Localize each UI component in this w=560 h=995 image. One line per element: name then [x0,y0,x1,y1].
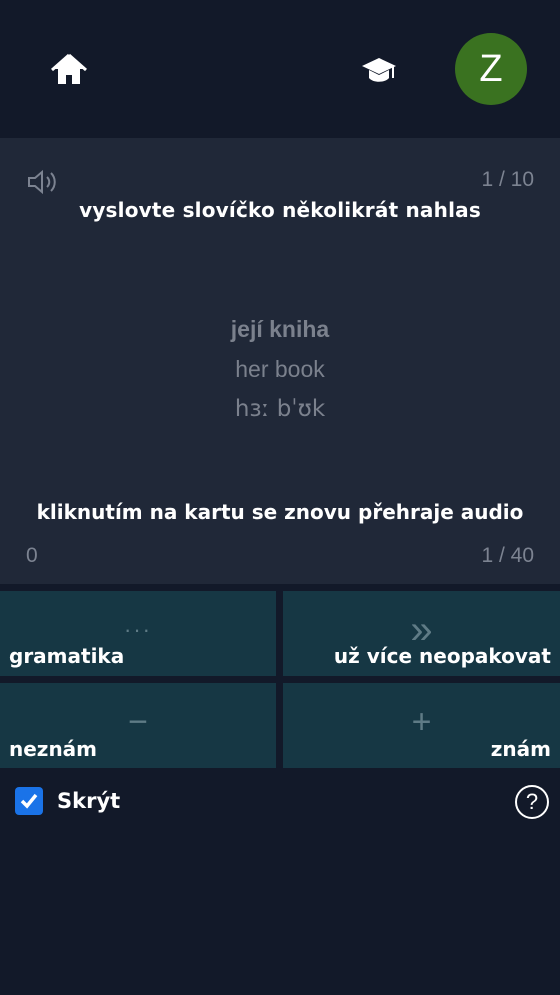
pronunciation: hɜː bˈʊk [234,396,326,422]
replay-hint: kliknutím na kartu se znovu přehraje aud… [36,500,524,524]
dont-know-label: neznám [9,737,98,761]
hide-checkbox[interactable] [15,787,43,815]
know-button[interactable]: + znám [283,683,560,768]
more-icon: ··· [124,617,152,642]
top-bar: Z [0,0,560,138]
grammar-button[interactable]: ··· gramatika [0,591,276,676]
known-count: 0 [26,544,38,567]
flashcard[interactable]: 1 / 10 vyslovte slovíčko několikrát nahl… [0,138,560,584]
total-progress: 1 / 40 [481,544,534,567]
hide-label[interactable]: Skrýt [57,789,120,813]
graduation-cap-icon[interactable] [360,52,398,88]
speaker-icon[interactable] [26,168,60,196]
instruction-text: vyslovte slovíčko několikrát nahlas [79,198,481,222]
dont-repeat-label: už více neopakovat [333,644,551,668]
help-icon[interactable]: ? [515,785,549,819]
avatar[interactable]: Z [455,33,527,105]
card-progress: 1 / 10 [481,168,534,191]
translation: her book [235,356,325,382]
dont-know-button[interactable]: − neznám [0,683,276,768]
dont-repeat-button[interactable]: » už více neopakovat [283,591,560,676]
hide-toggle: Skrýt [15,786,120,816]
know-label: znám [490,737,551,761]
word: její kniha [230,316,330,342]
home-icon[interactable] [50,52,88,88]
grammar-label: gramatika [9,644,125,668]
check-icon [20,793,38,809]
